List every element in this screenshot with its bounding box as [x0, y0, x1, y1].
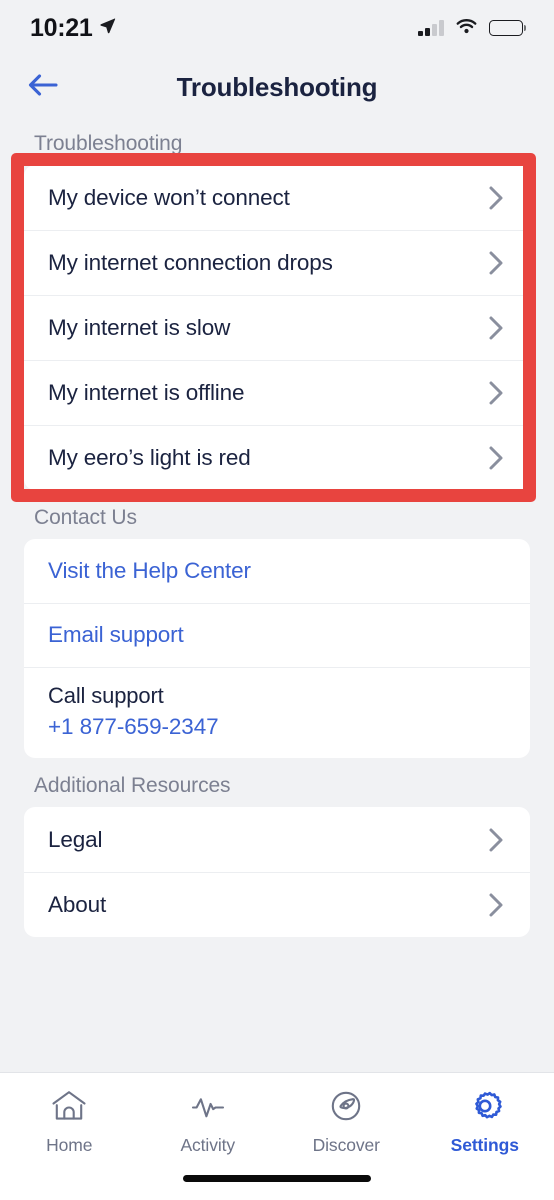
list-item-label: Legal [48, 826, 103, 852]
list-item-eero-light-red[interactable]: My eero’s light is red [24, 425, 530, 490]
tab-activity[interactable]: Activity [139, 1089, 278, 1156]
list-item-device-wont-connect[interactable]: My device won’t connect [24, 165, 530, 230]
navigation-bar: Troubleshooting [0, 56, 554, 118]
list-item-label: My internet connection drops [48, 249, 333, 275]
tab-home[interactable]: Home [0, 1089, 139, 1156]
list-item-label: Email support [48, 622, 184, 647]
call-support-label: Call support [48, 683, 164, 708]
cellular-signal-icon [418, 20, 444, 36]
list-item-label: About [48, 891, 107, 917]
content-scroll-area: Troubleshooting My device won’t connect … [0, 118, 554, 1072]
list-item-internet-offline[interactable]: My internet is offline [24, 360, 530, 425]
compass-icon [327, 1089, 365, 1128]
list-item-label: My internet is slow [48, 314, 231, 340]
list-item-about[interactable]: About [24, 872, 530, 937]
back-arrow-icon [26, 72, 60, 103]
house-icon [50, 1089, 88, 1128]
page-title: Troubleshooting [176, 71, 378, 102]
chevron-right-icon [488, 315, 504, 341]
tab-label: Home [46, 1135, 93, 1155]
chevron-right-icon [488, 892, 504, 918]
section-header-contact-us: Contact Us [34, 506, 137, 529]
section-header-additional-resources: Additional Resources [34, 774, 231, 798]
location-arrow-icon [99, 17, 116, 39]
list-item-label: Visit the Help Center [48, 558, 251, 583]
list-item-email-support[interactable]: Email support [24, 603, 530, 667]
tab-label: Settings [450, 1135, 519, 1155]
tab-list: Home Activity Discover Settings [0, 1089, 554, 1156]
list-item-legal[interactable]: Legal [24, 807, 530, 872]
phone-screen: 10:21 Troubleshooting Troubleshooting My… [0, 0, 554, 1200]
list-item-call-support[interactable]: Call support +1 877-659-2347 [24, 667, 530, 758]
tab-settings[interactable]: Settings [416, 1089, 554, 1156]
chevron-right-icon [488, 380, 504, 406]
chevron-right-icon [488, 185, 504, 211]
list-item-help-center[interactable]: Visit the Help Center [24, 539, 530, 603]
status-bar-clock: 10:21 [30, 13, 93, 42]
troubleshooting-section: My device won’t connect My internet conn… [0, 153, 554, 502]
status-bar: 10:21 [0, 0, 554, 56]
list-item-label: My internet is offline [48, 379, 245, 405]
pulse-waveform-icon [189, 1089, 227, 1128]
tab-label: Discover [312, 1135, 380, 1155]
chevron-right-icon [488, 827, 504, 853]
additional-resources-card: Legal About [24, 807, 530, 938]
battery-icon [488, 20, 526, 36]
home-indicator-area [0, 1156, 554, 1200]
list-item-label: My eero’s light is red [48, 444, 251, 470]
contact-us-card: Visit the Help Center Email support Call… [24, 539, 530, 759]
list-item-connection-drops[interactable]: My internet connection drops [24, 230, 530, 295]
status-bar-left: 10:21 [30, 14, 116, 43]
chevron-right-icon [488, 445, 504, 471]
call-support-phone-number[interactable]: +1 877-659-2347 [48, 711, 219, 743]
troubleshooting-card: My device won’t connect My internet conn… [24, 165, 530, 490]
chevron-right-icon [488, 250, 504, 276]
status-bar-right [418, 17, 526, 39]
list-item-label: My device won’t connect [48, 184, 290, 210]
bottom-tab-bar: Home Activity Discover Settings [0, 1072, 554, 1200]
gear-icon [466, 1089, 504, 1128]
wifi-icon [455, 17, 478, 39]
back-button[interactable] [22, 66, 64, 108]
tab-label: Activity [180, 1135, 236, 1155]
home-indicator[interactable] [183, 1174, 371, 1182]
section-header-troubleshooting: Troubleshooting [34, 132, 183, 155]
list-item-internet-slow[interactable]: My internet is slow [24, 295, 530, 360]
tab-discover[interactable]: Discover [277, 1089, 416, 1156]
